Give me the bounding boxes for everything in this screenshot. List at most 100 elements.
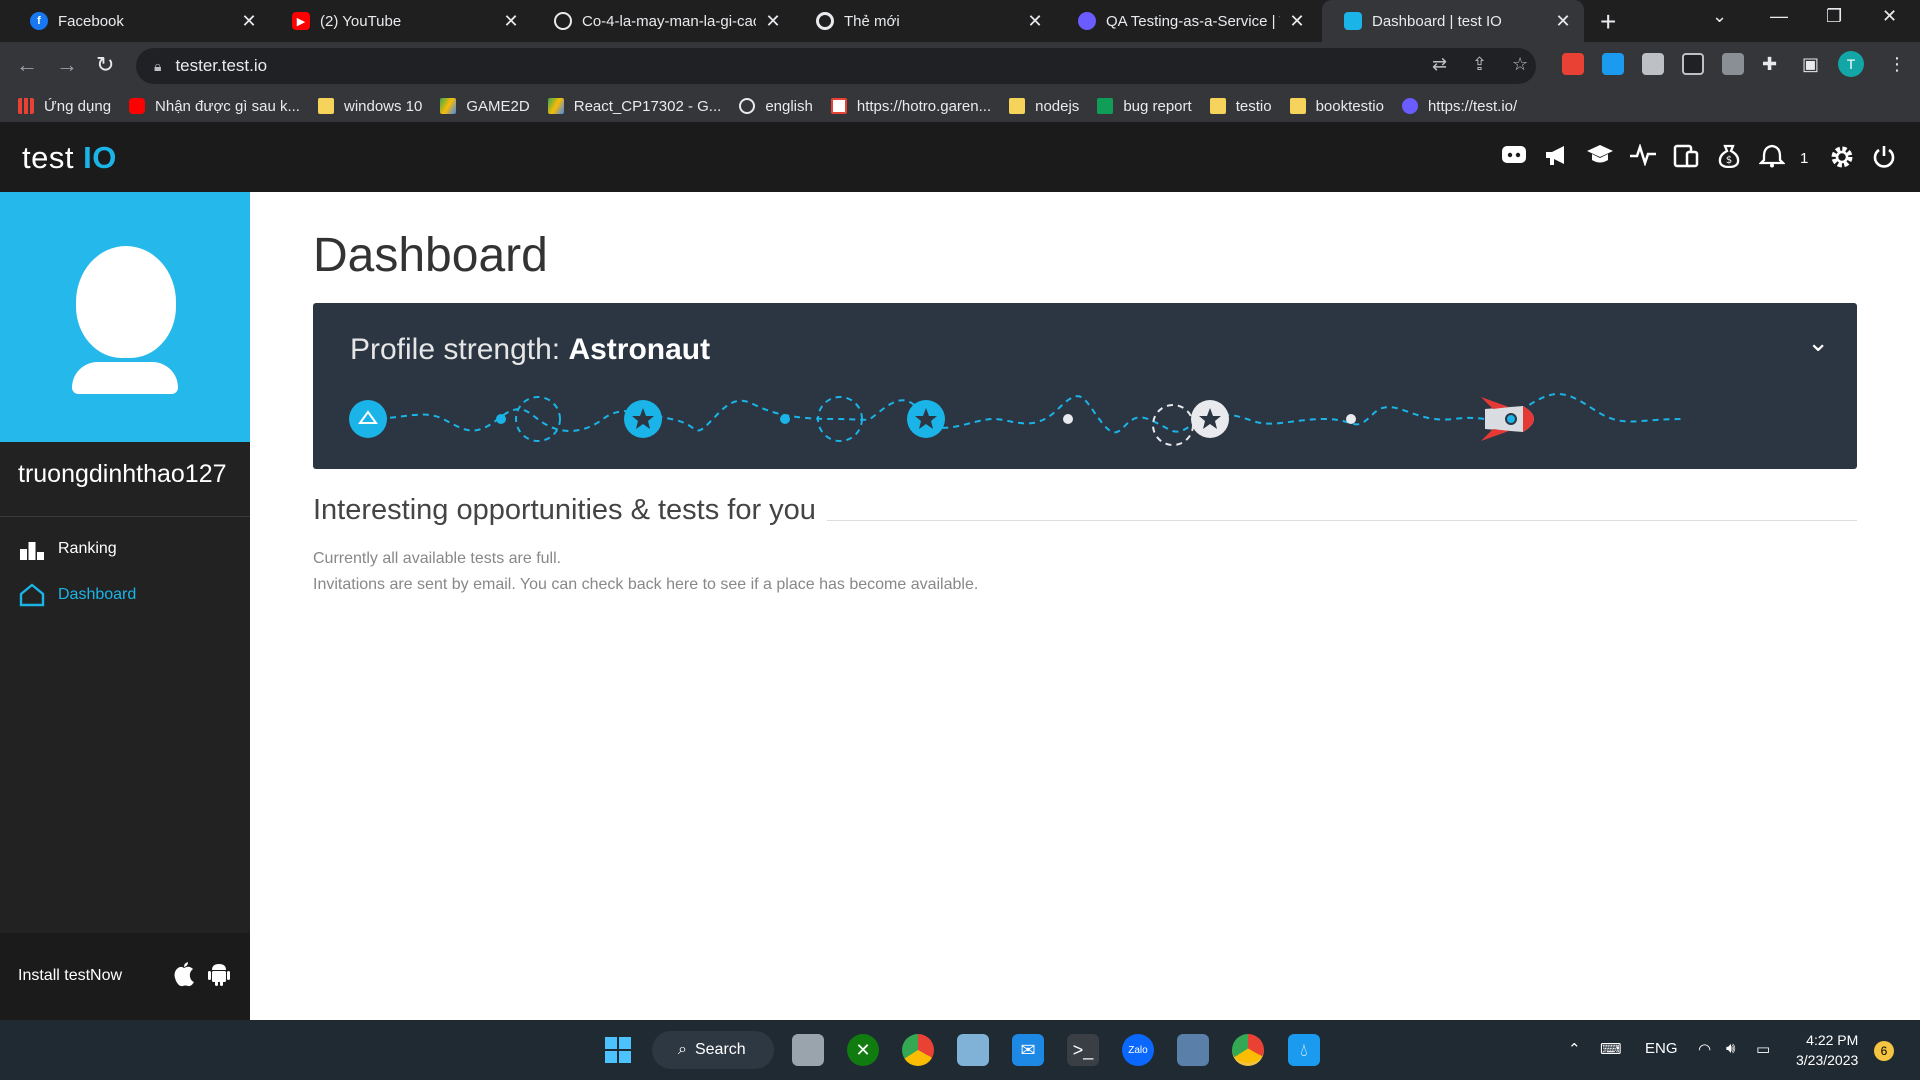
task-view-icon[interactable] (792, 1034, 824, 1066)
forward-button[interactable]: → (56, 52, 78, 78)
avatar[interactable] (0, 192, 250, 442)
journey-dot (1063, 414, 1073, 424)
browser-tab-youtube[interactable]: ▶ (2) YouTube ✕ (270, 0, 532, 42)
bookmark-item[interactable]: booktestio (1289, 98, 1384, 115)
xbox-icon[interactable]: ✕ (847, 1034, 879, 1066)
extensions-puzzle-icon[interactable]: ✚ (1762, 54, 1777, 75)
chrome-profile-icon[interactable] (1232, 1034, 1264, 1066)
sidebar-item-dashboard[interactable]: Dashboard (18, 582, 136, 608)
windows-start-icon[interactable] (602, 1034, 634, 1066)
chevron-up-icon[interactable]: ⌃ (1568, 1040, 1581, 1058)
back-button[interactable]: ← (16, 52, 38, 78)
username: truongdinhthao127 (18, 460, 227, 488)
volume-icon[interactable]: 🔊︎ (1726, 1040, 1735, 1057)
bookmark-apps[interactable]: Ứng dụng (18, 98, 111, 115)
discord-icon[interactable] (1500, 144, 1528, 173)
new-tab-button[interactable]: + (1600, 6, 1616, 38)
extension-board-icon[interactable] (1642, 53, 1664, 75)
megaphone-icon[interactable] (1543, 144, 1571, 173)
close-icon[interactable]: ✕ (764, 11, 782, 32)
chrome-icon[interactable] (902, 1034, 934, 1066)
profile-strength-value: Astronaut (568, 333, 711, 366)
language-indicator[interactable]: ENG (1645, 1040, 1678, 1057)
devices-icon[interactable] (1672, 144, 1700, 175)
bookmark-label: Ứng dụng (44, 97, 112, 115)
android-icon[interactable] (207, 961, 231, 994)
camera-icon[interactable] (1722, 53, 1744, 75)
close-icon[interactable]: ✕ (1554, 11, 1572, 32)
tab-search-chevron-icon[interactable]: ⌄ (1712, 6, 1727, 27)
notification-count: 1 (1800, 150, 1809, 167)
testio-tab-icon (1344, 12, 1362, 30)
zalo-icon[interactable]: Zalo (1122, 1034, 1154, 1066)
bookmark-label: testio (1235, 97, 1272, 115)
bookmark-item[interactable]: Nhận được gì sau k... (129, 98, 300, 115)
bell-icon[interactable] (1758, 144, 1786, 175)
apple-icon[interactable] (173, 961, 195, 994)
bookmark-star-icon[interactable]: ☆ (1512, 54, 1528, 75)
tab-title: (2) YouTube (320, 12, 402, 30)
bookmark-item[interactable]: english (739, 98, 813, 115)
window-close-button[interactable]: ✕ (1882, 6, 1897, 27)
water-drop-app-icon[interactable]: 💧︎ (1288, 1034, 1320, 1066)
youtube-icon: ▶ (292, 12, 310, 30)
testio-logo[interactable]: test IO (22, 140, 117, 176)
translate-icon[interactable]: ⇄ (1432, 54, 1447, 75)
close-icon[interactable]: ✕ (502, 11, 520, 32)
taskbar-clock[interactable]: 4:22 PM 3/23/2023 (1796, 1030, 1858, 1070)
close-icon[interactable]: ✕ (1026, 11, 1044, 32)
heading-divider (827, 520, 1857, 521)
url-text[interactable]: tester.test.io (175, 56, 267, 76)
close-icon[interactable]: ✕ (240, 11, 258, 32)
extension-icon[interactable] (1562, 53, 1584, 75)
clock-date: 3/23/2023 (1796, 1052, 1859, 1068)
tab-title: Facebook (58, 12, 124, 30)
minimize-button[interactable]: — (1770, 6, 1788, 27)
gear-icon[interactable] (1828, 144, 1856, 177)
reload-button[interactable]: ↻ (96, 52, 114, 78)
notification-center-badge[interactable]: 6 (1874, 1041, 1894, 1061)
browser-tab-facebook[interactable]: f Facebook ✕ (8, 0, 270, 42)
bookmark-item[interactable]: testio (1209, 97, 1272, 115)
extension-drop-icon[interactable] (1602, 53, 1624, 75)
browser-tab-new[interactable]: Thẻ mới ✕ (794, 0, 1056, 42)
battery-icon[interactable]: ▭ (1756, 1040, 1770, 1058)
browser-tab-article[interactable]: Co-4-la-may-man-la-gi-cac ✕ (532, 0, 794, 42)
close-icon[interactable]: ✕ (1288, 11, 1306, 32)
bookmark-item[interactable]: nodejs (1009, 98, 1079, 115)
chevron-down-icon[interactable]: ⌄ (1807, 327, 1829, 358)
graduation-cap-icon[interactable] (1586, 144, 1614, 173)
address-bar[interactable]: 🔒︎ tester.test.io (136, 48, 1536, 84)
taskbar-search[interactable]: ⌕ Search (652, 1031, 774, 1069)
sidebar-item-ranking[interactable]: Ranking (18, 536, 117, 562)
restore-button[interactable]: ❐ (1826, 6, 1842, 27)
tab-title: Co-4-la-may-man-la-gi-cac (582, 12, 756, 30)
bookmark-item[interactable]: https://test.io/ (1401, 98, 1517, 115)
profile-avatar[interactable]: T (1838, 51, 1864, 77)
share-icon[interactable]: ⇪ (1472, 54, 1487, 75)
money-bag-icon[interactable]: $ (1715, 144, 1743, 175)
wifi-icon[interactable]: ◠ (1698, 1040, 1711, 1058)
activity-icon[interactable] (1629, 142, 1657, 173)
browser-tab-qa-testing[interactable]: QA Testing-as-a-Service | Te ✕ (1056, 0, 1318, 42)
app-header: test IO $ 1 (0, 122, 1920, 192)
page-title: Dashboard (313, 229, 548, 282)
bookmark-item[interactable]: bug report (1097, 98, 1192, 115)
browser-tab-bar: f Facebook ✕ ▶ (2) YouTube ✕ Co-4-la-may… (0, 0, 1920, 42)
bookmark-item[interactable]: https://hotro.garen... (830, 98, 991, 115)
terminal-icon[interactable]: >_ (1067, 1034, 1099, 1066)
browser-tab-dashboard[interactable]: Dashboard | test IO ✕ (1322, 0, 1584, 42)
keyboard-icon[interactable]: ⌨ (1600, 1040, 1622, 1058)
kebab-menu-icon[interactable]: ⋮ (1888, 54, 1906, 75)
profile-strength-card[interactable]: Profile strength: Astronaut ⌄ (313, 303, 1857, 469)
extension-badge-icon[interactable] (1682, 53, 1704, 75)
photos-icon[interactable] (957, 1034, 989, 1066)
task-manager-icon[interactable] (1177, 1034, 1209, 1066)
bookmark-item[interactable]: windows 10 (317, 98, 422, 115)
globe-icon (739, 98, 756, 114)
side-panel-icon[interactable]: ▣ (1802, 54, 1819, 75)
bookmark-item[interactable]: GAME2D (440, 98, 530, 115)
bookmark-item[interactable]: React_CP17302 - G... (547, 98, 721, 115)
power-icon[interactable] (1870, 144, 1898, 177)
mail-icon[interactable]: ✉ (1012, 1034, 1044, 1066)
